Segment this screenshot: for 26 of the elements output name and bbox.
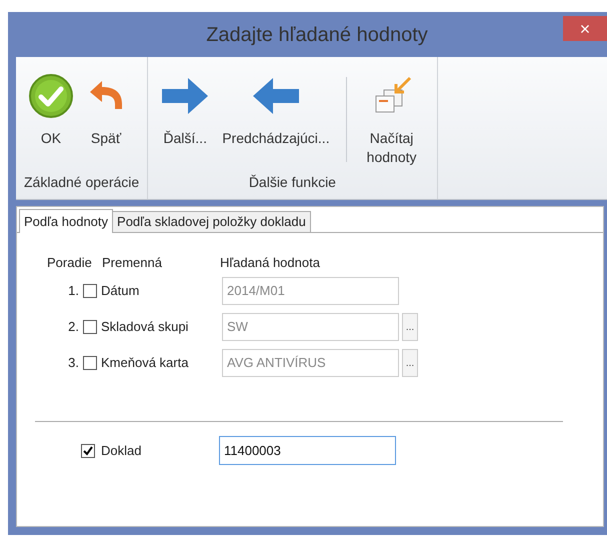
- column-header: Hľadaná hodnota: [220, 254, 320, 272]
- variable-label: Kmeňová karta: [101, 354, 190, 372]
- ribbon-button[interactable]: Načítaj hodnoty: [354, 71, 429, 172]
- left-arrow-icon: [250, 76, 301, 116]
- ribbon-button[interactable]: OK: [24, 71, 78, 172]
- row-number: 1.: [67, 282, 79, 300]
- group-label: Ďalšie funkcie: [248, 173, 337, 192]
- group-label: Základné operácie: [24, 173, 140, 192]
- column-header: Poradie: [47, 254, 93, 272]
- variable-label: Skladová skupi: [101, 318, 190, 336]
- checkbox[interactable]: [81, 444, 95, 458]
- column-header: Premenná: [102, 254, 163, 272]
- window-title: Zadajte hľadané hodnoty: [206, 22, 428, 48]
- row-number: 2.: [67, 318, 79, 336]
- document-label: Doklad: [101, 442, 142, 460]
- checkmark-icon: [28, 73, 74, 119]
- document-field[interactable]: 11400003: [219, 436, 396, 465]
- ribbon-button[interactable]: Predchádzajúci...: [218, 71, 334, 172]
- ribbon-button[interactable]: Ďalší...: [156, 71, 214, 172]
- row-number: 3.: [67, 354, 79, 372]
- ribbon-button[interactable]: Späť: [82, 71, 130, 172]
- close-button[interactable]: ×: [563, 16, 607, 41]
- tab[interactable]: Podľa hodnoty: [19, 209, 114, 233]
- variable-label: Dátum: [101, 282, 140, 300]
- tab[interactable]: Podľa skladovej položky dokladu: [113, 211, 311, 232]
- right-arrow-icon: [160, 76, 210, 116]
